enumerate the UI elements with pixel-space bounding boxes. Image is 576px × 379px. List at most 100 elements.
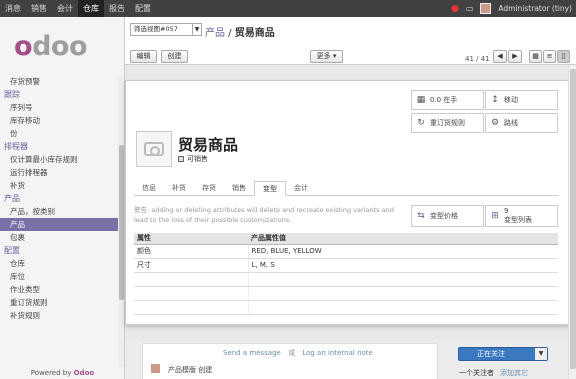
stat-button[interactable]: ⚙ 路线 [485,113,558,133]
top-menu-bar: 消息 销售 会计 仓库 报告 配置 ● ▭ Administrator (tiny) [0,0,576,17]
product-name[interactable]: 贸易商品 [178,134,238,155]
stat-button[interactable]: ↻ 重订货规则 [411,113,484,133]
attributes-table: 属性 产品属性值 颜色 RED, BLUE, YELLOW 尺寸 L, M, S [134,233,558,315]
kanban-view-icon[interactable]: ▦ [529,50,542,63]
variant-warning: 警告: adding or deleting attributes will d… [134,206,394,224]
column-header[interactable]: 属性 [134,233,248,245]
edit-button[interactable]: 编辑 [130,50,157,63]
sidebar-section: 排程器 [4,142,28,151]
sidebar-item[interactable]: 补货 [0,179,118,192]
form-tab[interactable]: 存货 [194,181,224,196]
stat-button-label: 0.0 在手 [430,96,458,104]
top-menu-item[interactable]: 仓库 [78,0,104,17]
sidebar-item[interactable]: 补货规则 [0,309,118,322]
chevron-down-icon[interactable]: ▼ [192,24,201,35]
sidebar-item[interactable]: 库位 [0,270,118,283]
sidebar-item[interactable]: 产品 [0,218,118,231]
stat-button[interactable]: ↕ 移动 [485,90,558,110]
more-button[interactable]: 更多 ▾ [310,50,343,63]
send-message-link[interactable]: Send a message [223,349,281,357]
arrows-vertical-icon: ↕ [491,95,499,105]
table-cell[interactable]: L, M, S [248,258,558,273]
sidebar-section: 配置 [4,246,20,255]
follow-button[interactable]: 正在关注 ▼ [458,347,548,361]
product-form-sheet: ▦ 0.0 在手 ↕ 移动 ↻ 重订货规则 ⚙ 路线 贸易商品 可销售 信息 补货 存货 销售 变型会… [125,80,570,325]
alert-icon[interactable]: ● [451,4,459,14]
sidebar-section: 产品 [4,194,20,203]
chatter-actions: Send a message 或 Log an internal note [223,349,373,357]
table-row[interactable]: 颜色 RED, BLUE, YELLOW [134,244,558,259]
odoo-logo[interactable]: odoo [14,31,88,62]
empty-row [134,272,558,287]
create-button[interactable]: 创建 [161,50,188,63]
add-followers-link[interactable]: 添加其它 [500,369,528,377]
top-menu-item[interactable]: 配置 [130,0,156,17]
next-record-button[interactable]: ▶ [508,50,522,63]
table-cell[interactable]: RED, BLUE, YELLOW [248,244,558,259]
variant-prices-button[interactable]: ⇆ 变型价格 [411,205,484,227]
form-tab[interactable]: 补货 [164,181,194,196]
empty-row [134,300,558,315]
table-cell[interactable]: 尺寸 [134,258,249,273]
topbar-right: ● ▭ Administrator (tiny) [451,0,572,17]
empty-row [134,286,558,301]
main-menu: 消息 销售 会计 仓库 报告 配置 [0,0,156,17]
sidebar-item[interactable]: 存货预警 [0,75,118,88]
camera-icon [144,142,164,156]
sidebar-item[interactable]: 重订货规则 [0,296,118,309]
form-view-icon[interactable]: ▯ [557,50,570,63]
sidebar-item[interactable]: 产品，按类别 [0,205,118,218]
sidebar: odoo 存货预警 跟踪 序列号 库存移动份排程器 仅计算最小库存规则 运行排程器 补货 产品… [0,17,125,379]
prev-record-button[interactable]: ◀ [493,50,507,63]
sitemap-icon: ⊞ [491,211,499,221]
powered-by[interactable]: Powered by Odoo [0,367,124,379]
breadcrumb-products[interactable]: 产品 [205,28,225,39]
sidebar-nav: 存货预警 跟踪 序列号 库存移动份排程器 仅计算最小库存规则 运行排程器 补货 产品 产品，按类… [0,75,118,322]
sidebar-scrollbar[interactable] [118,75,124,375]
stat-button-label: 重订货规则 [430,119,465,127]
stat-button-label: 移动 [504,96,518,104]
form-tab[interactable]: 销售 [224,181,254,196]
avatar[interactable] [480,3,492,14]
building-icon: ▦ [416,95,426,105]
user-menu[interactable]: Administrator (tiny) [498,4,572,13]
column-header[interactable]: 产品属性值 [248,233,558,245]
form-tabs: 信息 补货 存货 销售 变型 会计 [134,181,558,196]
chevron-down-icon[interactable]: ▼ [535,348,547,360]
variant-list-button[interactable]: ⊞ 9 变型列表 [485,205,558,227]
sidebar-item[interactable]: 运行排程器 [0,166,118,179]
pager: 41 / 41 [465,55,490,63]
author-avatar-icon [151,364,160,373]
sidebar-item[interactable]: 库存移动 [0,114,118,127]
chat-icon[interactable]: ▭ [466,4,474,13]
refresh-icon: ↻ [417,118,425,128]
sidebar-item[interactable]: 仅计算最小库存规则 [0,153,118,166]
form-tab[interactable]: 信息 [134,181,164,196]
can-be-sold-field[interactable]: 可销售 [178,154,208,164]
chatter: Send a message 或 Log an internal note 产品… [142,343,438,379]
search-select[interactable]: 筛选视图#057 ▼ [130,23,202,36]
top-menu-item[interactable]: 消息 [0,0,26,17]
breadcrumb-current: 贸易商品 [234,28,275,39]
page-scrollbar[interactable] [568,65,576,379]
top-menu-item[interactable]: 会计 [52,0,78,17]
sidebar-item[interactable]: 包裹 [0,231,118,244]
log-note-link[interactable]: Log an internal note [302,349,373,357]
table-row[interactable]: 尺寸 L, M, S [134,258,558,273]
sidebar-item[interactable]: 份 [0,127,118,140]
breadcrumb: 产品 / 贸易商品 [205,28,275,39]
sidebar-item[interactable]: 仓库 [0,257,118,270]
sidebar-item[interactable]: 序列号 [0,101,118,114]
list-view-icon[interactable]: ≡ [543,50,556,63]
checkbox-icon[interactable] [178,156,184,162]
stat-button[interactable]: ▦ 0.0 在手 [411,90,484,110]
top-menu-item[interactable]: 报告 [104,0,130,17]
sidebar-item[interactable]: 作业类型 [0,283,118,296]
form-tab[interactable]: 变型 [254,181,286,196]
cogs-icon: ⚙ [490,118,500,128]
table-cell[interactable]: 颜色 [134,244,249,259]
stat-button-label: 路线 [504,119,518,127]
top-menu-item[interactable]: 销售 [26,0,52,17]
form-tab[interactable]: 会计 [286,181,316,196]
product-image[interactable] [136,131,172,167]
